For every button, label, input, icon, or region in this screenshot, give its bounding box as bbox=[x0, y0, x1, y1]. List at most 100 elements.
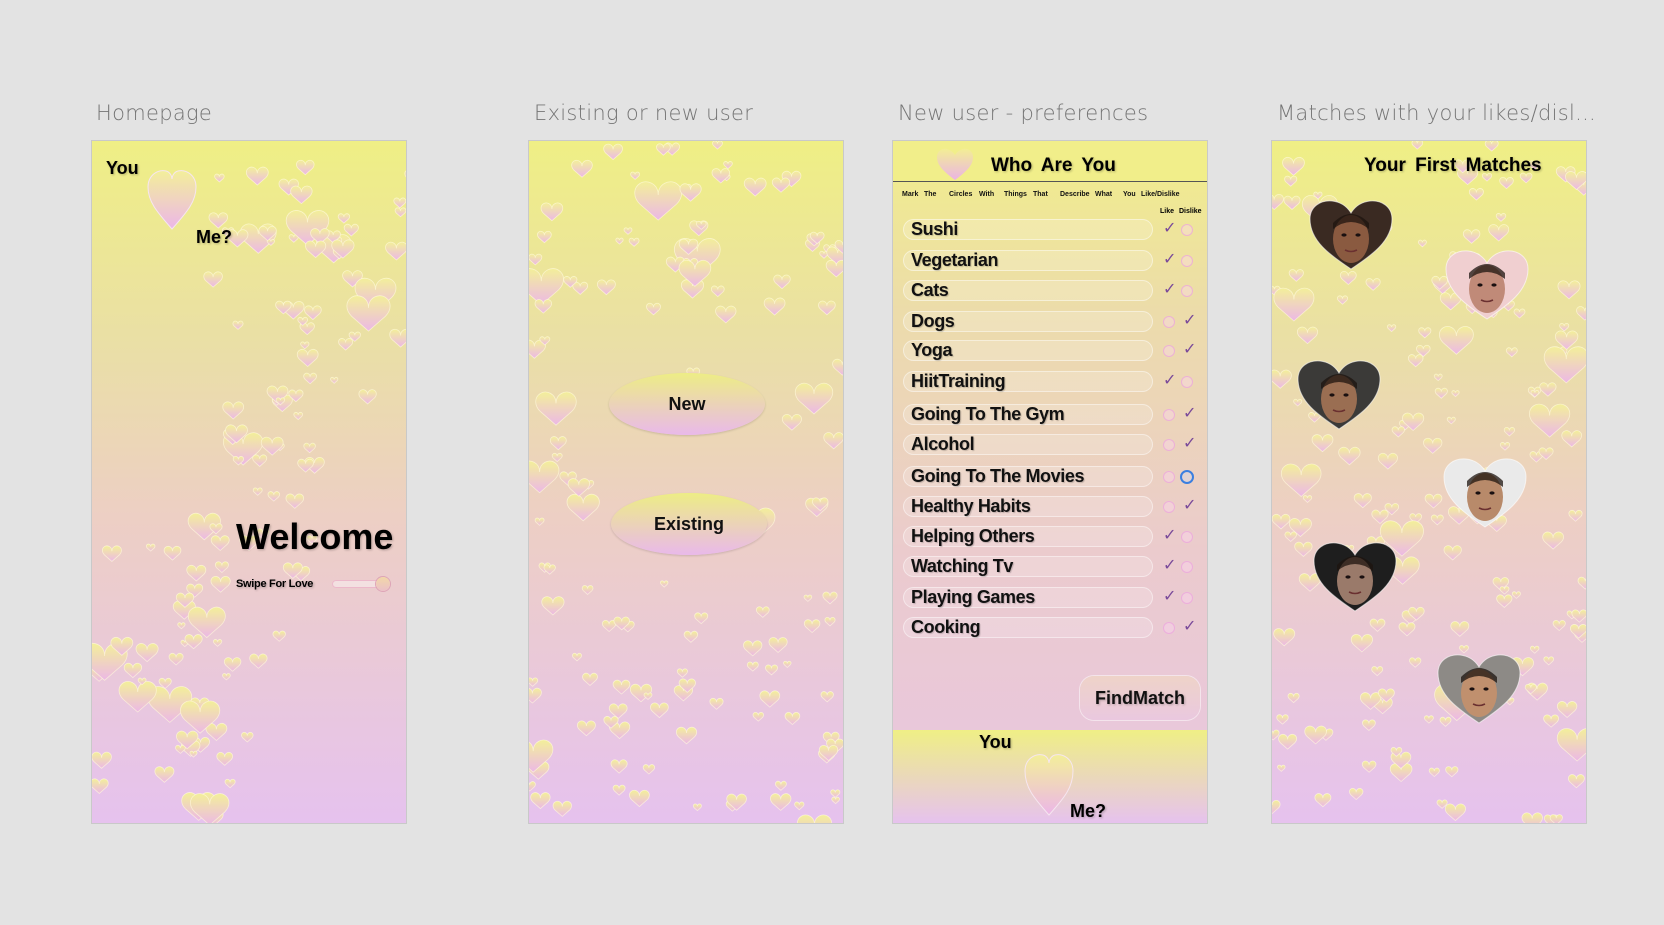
heart-icon bbox=[656, 143, 671, 156]
match-profile-heart[interactable] bbox=[1312, 541, 1398, 613]
heart-icon bbox=[784, 712, 801, 726]
preference-label: Sushi bbox=[911, 219, 959, 239]
dislike-checkbox-checked[interactable]: ✓ bbox=[1183, 342, 1196, 358]
heart-icon bbox=[1443, 545, 1462, 561]
heart-icon bbox=[1446, 416, 1456, 425]
heart-icon bbox=[331, 239, 355, 259]
heart-icon bbox=[342, 270, 363, 288]
heart-icon bbox=[755, 606, 770, 618]
like-checkbox[interactable] bbox=[1163, 501, 1175, 513]
logo-me-text: Me? bbox=[196, 227, 232, 247]
heart-icon bbox=[1434, 387, 1448, 399]
heart-icon bbox=[187, 512, 221, 541]
dislike-checkbox[interactable] bbox=[1181, 592, 1193, 604]
find-match-button[interactable]: FindMatch bbox=[1080, 676, 1200, 720]
heart-icon bbox=[803, 619, 821, 634]
heart-icon bbox=[272, 630, 286, 642]
heart-icon bbox=[1339, 271, 1357, 286]
like-checkbox-checked[interactable]: ✓ bbox=[1163, 282, 1176, 298]
match-profile-heart[interactable] bbox=[1308, 199, 1394, 271]
dislike-checkbox-checked[interactable]: ✓ bbox=[1183, 619, 1196, 635]
heart-icon bbox=[566, 493, 600, 522]
like-checkbox[interactable] bbox=[1163, 409, 1175, 421]
like-checkbox[interactable] bbox=[1163, 471, 1175, 483]
swipe-label: Swipe For Love bbox=[236, 578, 314, 590]
like-checkbox-checked[interactable]: ✓ bbox=[1163, 252, 1176, 268]
like-checkbox[interactable] bbox=[1163, 622, 1175, 634]
preference-row: Alcohol bbox=[903, 434, 1153, 455]
preference-row: Going To The Movies bbox=[903, 466, 1153, 487]
heart-icon bbox=[239, 223, 277, 254]
heart-icon bbox=[1377, 452, 1398, 470]
heart-icon bbox=[325, 230, 341, 244]
heart-icon bbox=[571, 652, 583, 662]
heart-icon bbox=[1371, 509, 1389, 525]
heart-icon bbox=[539, 336, 551, 346]
heart-icon bbox=[567, 478, 590, 497]
heart-icon bbox=[180, 700, 221, 734]
heart-icon bbox=[222, 401, 245, 420]
heart-icon bbox=[1273, 287, 1315, 322]
heart-pattern bbox=[529, 141, 843, 823]
preference-label: Alcohol bbox=[911, 434, 975, 454]
match-profile-heart[interactable] bbox=[1444, 249, 1530, 321]
heart-icon bbox=[529, 339, 546, 359]
preferences-frame: Who Are You Mark The Circles With Things That… bbox=[893, 141, 1207, 823]
match-profile-heart[interactable] bbox=[1436, 653, 1522, 725]
like-checkbox[interactable] bbox=[1163, 316, 1175, 328]
heart-icon bbox=[1424, 493, 1443, 509]
like-checkbox-checked[interactable]: ✓ bbox=[1163, 589, 1176, 605]
instruction-word: Things bbox=[1004, 191, 1027, 198]
heart-icon bbox=[393, 197, 406, 209]
dislike-checkbox-checked[interactable]: ✓ bbox=[1183, 436, 1196, 452]
match-profile-heart[interactable] bbox=[1442, 457, 1528, 529]
preference-label: Dogs bbox=[911, 311, 955, 331]
instruction-word: With bbox=[979, 191, 995, 198]
heart-icon bbox=[337, 213, 351, 224]
heart-icon bbox=[1313, 191, 1323, 200]
like-checkbox[interactable] bbox=[1163, 439, 1175, 451]
like-checkbox[interactable] bbox=[1163, 345, 1175, 357]
dislike-checkbox-checked[interactable]: ✓ bbox=[1183, 498, 1196, 514]
dislike-checkbox[interactable] bbox=[1181, 376, 1193, 388]
dislike-checkbox-selected[interactable] bbox=[1180, 470, 1194, 484]
existing-user-button[interactable]: Existing bbox=[611, 493, 767, 555]
heart-icon bbox=[232, 456, 245, 466]
heart-icon bbox=[571, 159, 593, 178]
frame-label-homepage: Homepage bbox=[96, 101, 213, 125]
heart-icon bbox=[673, 238, 721, 277]
heart-icon bbox=[225, 424, 248, 444]
dislike-checkbox[interactable] bbox=[1181, 224, 1193, 236]
like-checkbox-checked[interactable]: ✓ bbox=[1163, 373, 1176, 389]
heart-icon bbox=[222, 428, 243, 446]
heart-icon bbox=[222, 673, 231, 681]
heart-icon bbox=[267, 491, 281, 502]
dislike-checkbox-checked[interactable]: ✓ bbox=[1183, 313, 1196, 329]
heart-icon bbox=[709, 697, 724, 710]
matches-frame: Your First Matches bbox=[1272, 141, 1586, 823]
new-user-button[interactable]: New bbox=[609, 373, 765, 435]
heart-icon bbox=[175, 592, 195, 608]
like-checkbox-checked[interactable]: ✓ bbox=[1163, 528, 1176, 544]
like-checkbox-checked[interactable]: ✓ bbox=[1163, 558, 1176, 574]
heart-icon bbox=[275, 397, 286, 406]
heart-icon bbox=[1409, 657, 1422, 668]
heart-icon bbox=[1277, 764, 1286, 772]
match-profile-heart[interactable] bbox=[1296, 359, 1382, 431]
swipe-slider-knob[interactable] bbox=[376, 577, 390, 591]
dislike-checkbox[interactable] bbox=[1181, 531, 1193, 543]
heart-icon bbox=[1444, 803, 1466, 822]
heart-icon bbox=[1278, 733, 1298, 750]
dislike-checkbox[interactable] bbox=[1181, 285, 1193, 297]
dislike-checkbox-checked[interactable]: ✓ bbox=[1183, 406, 1196, 422]
dislike-checkbox[interactable] bbox=[1181, 561, 1193, 573]
heart-icon bbox=[805, 497, 829, 518]
heart-icon bbox=[332, 248, 346, 260]
dislike-checkbox[interactable] bbox=[1181, 255, 1193, 267]
heart-icon bbox=[559, 471, 577, 486]
heart-icon bbox=[529, 739, 554, 773]
heart-icon bbox=[186, 564, 207, 582]
heart-icon bbox=[1272, 513, 1291, 530]
like-checkbox-checked[interactable]: ✓ bbox=[1163, 221, 1176, 237]
heart-icon bbox=[145, 543, 156, 552]
